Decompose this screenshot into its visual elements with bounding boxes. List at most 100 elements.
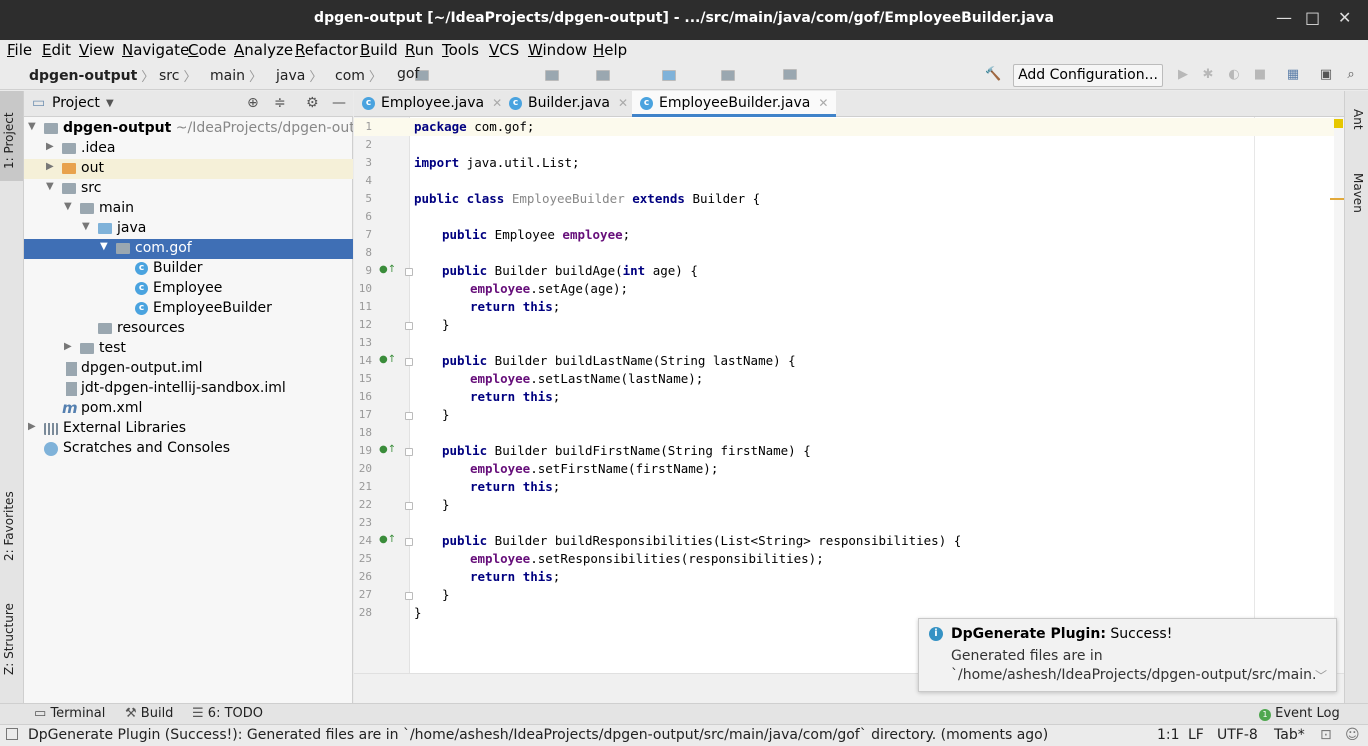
close-tab-icon[interactable]: ✕	[492, 96, 502, 110]
line-separator[interactable]: LF	[1188, 727, 1204, 743]
menu-edit[interactable]: Edit	[42, 41, 71, 59]
tool-tab-project[interactable]: 1: Project	[2, 112, 16, 169]
fold-icon[interactable]	[405, 322, 413, 330]
expand-arrow-icon[interactable]: ▼	[28, 121, 36, 132]
status-message[interactable]: DpGenerate Plugin (Success!): Generated …	[28, 727, 1048, 743]
tab-employeebuilder-java[interactable]: c EmployeeBuilder.java ✕	[632, 91, 837, 117]
close-tab-icon[interactable]: ✕	[618, 96, 628, 110]
breadcrumb-project[interactable]: dpgen-output 〉	[10, 66, 429, 85]
tree-item-idea[interactable]: ▶ .idea	[24, 139, 353, 159]
close-tab-icon[interactable]: ✕	[818, 96, 828, 110]
event-log-tab[interactable]: 1 Event Log	[1259, 706, 1340, 721]
menu-help[interactable]: Help	[593, 41, 627, 59]
tree-item-test[interactable]: ▶ test	[24, 339, 353, 359]
hide-panel-icon[interactable]: —	[332, 95, 346, 111]
fold-icon[interactable]	[405, 592, 413, 600]
tree-item-external-libraries[interactable]: ▶ External Libraries	[24, 419, 353, 439]
todo-tab[interactable]: ☰ 6: TODO	[192, 706, 263, 721]
breadcrumb-main[interactable]: main 〉	[191, 66, 610, 85]
project-structure-icon[interactable]: ▦	[1285, 67, 1301, 83]
expand-arrow-icon[interactable]: ▼	[100, 241, 108, 252]
chevron-down-icon[interactable]: ▼	[106, 98, 114, 109]
override-marker-icon[interactable]: ●↑	[379, 264, 396, 275]
gear-icon[interactable]: ⚙	[306, 95, 319, 111]
close-icon[interactable]: ✕	[1338, 8, 1351, 27]
debug-icon[interactable]: ✱	[1200, 67, 1216, 83]
tree-item-scratches[interactable]: Scratches and Consoles	[24, 439, 353, 459]
menu-refactor[interactable]: Refactor	[295, 41, 358, 59]
run-icon[interactable]: ▶	[1175, 67, 1191, 83]
chevron-down-icon[interactable]: ﹀	[1315, 667, 1327, 684]
indent-setting[interactable]: Tab*	[1274, 727, 1305, 743]
inspection-status-icon[interactable]	[1334, 119, 1343, 128]
fold-icon[interactable]	[405, 448, 413, 456]
menu-navigate[interactable]: Navigate	[122, 41, 189, 59]
tree-item-out[interactable]: ▶ out	[24, 159, 353, 179]
caret-position[interactable]: 1:1	[1157, 727, 1180, 743]
breadcrumb-com[interactable]: com 〉	[316, 66, 735, 85]
tree-item-com-gof[interactable]: ▼ com.gof	[24, 239, 353, 259]
breadcrumb-src[interactable]: src 〉	[140, 66, 559, 85]
menu-build[interactable]: Build	[360, 41, 398, 59]
tree-item-employeebuilder[interactable]: c EmployeeBuilder	[24, 299, 353, 319]
tree-item-dpgen-output[interactable]: ▼ dpgen-output ~/IdeaProjects/dpgen-outp…	[24, 119, 353, 139]
tree-item-java[interactable]: ▼ java	[24, 219, 353, 239]
editor-scrollbar[interactable]	[1334, 117, 1344, 673]
menu-file[interactable]: File	[7, 41, 32, 59]
tool-tab-favorites[interactable]: 2: Favorites	[2, 491, 16, 561]
layout-icon[interactable]: ▣	[1318, 67, 1334, 83]
fold-icon[interactable]	[405, 412, 413, 420]
coverage-icon[interactable]: ◐	[1226, 67, 1242, 83]
tool-tab-structure[interactable]: Z: Structure	[2, 603, 16, 675]
lock-icon[interactable]: ⊡	[1320, 727, 1332, 743]
stop-icon[interactable]: ■	[1252, 67, 1268, 83]
tab-employee-java[interactable]: c Employee.java ✕	[362, 91, 502, 117]
tree-item-sandbox-iml[interactable]: jdt-dpgen-intellij-sandbox.iml	[24, 379, 353, 399]
tree-item-dpgen-output-iml[interactable]: dpgen-output.iml	[24, 359, 353, 379]
expand-arrow-icon[interactable]: ▼	[46, 181, 54, 192]
override-marker-icon[interactable]: ●↑	[379, 534, 396, 545]
minimize-icon[interactable]: —	[1276, 8, 1292, 27]
tree-item-pom-xml[interactable]: m pom.xml	[24, 399, 353, 419]
fold-icon[interactable]	[405, 358, 413, 366]
collapse-arrow-icon[interactable]: ▶	[64, 341, 72, 352]
tree-item-resources[interactable]: resources	[24, 319, 353, 339]
override-marker-icon[interactable]: ●↑	[379, 444, 396, 455]
override-marker-icon[interactable]: ●↑	[379, 354, 396, 365]
search-icon[interactable]: ⌕	[1343, 67, 1359, 83]
tree-item-employee[interactable]: c Employee	[24, 279, 353, 299]
tree-item-builder[interactable]: c Builder	[24, 259, 353, 279]
maximize-icon[interactable]: □	[1305, 8, 1320, 27]
tab-builder-java[interactable]: c Builder.java ✕	[509, 91, 628, 117]
tree-item-src[interactable]: ▼ src	[24, 179, 353, 199]
locate-icon[interactable]: ⊕	[247, 95, 259, 111]
collapse-arrow-icon[interactable]: ▶	[46, 161, 54, 172]
breadcrumb-gof[interactable]: gof	[378, 66, 797, 82]
notification-balloon[interactable]: i DpGenerate Plugin: Success! Generated …	[918, 618, 1337, 692]
breadcrumb-java[interactable]: java 〉	[257, 66, 676, 85]
fold-icon[interactable]	[405, 502, 413, 510]
menu-view[interactable]: View	[79, 41, 115, 59]
toggle-tool-windows-icon[interactable]	[6, 728, 18, 740]
fold-icon[interactable]	[405, 268, 413, 276]
add-configuration-button[interactable]: Add Configuration...	[1013, 64, 1163, 87]
fold-icon[interactable]	[405, 538, 413, 546]
terminal-tab[interactable]: ▭ Terminal	[34, 706, 105, 721]
expand-arrow-icon[interactable]: ▼	[64, 201, 72, 212]
warning-stripe[interactable]	[1330, 198, 1344, 200]
project-view-selector[interactable]: Project	[52, 95, 100, 111]
menu-tools[interactable]: Tools	[442, 41, 479, 59]
menu-run[interactable]: Run	[405, 41, 434, 59]
inspector-icon[interactable]: ☺	[1345, 727, 1360, 743]
tree-item-main[interactable]: ▼ main	[24, 199, 353, 219]
collapse-arrow-icon[interactable]: ▶	[28, 421, 36, 432]
expand-arrow-icon[interactable]: ▼	[82, 221, 90, 232]
tool-tab-ant[interactable]: Ant	[1351, 109, 1365, 130]
menu-window[interactable]: Window	[528, 41, 587, 59]
build-tab[interactable]: ⚒ Build	[125, 706, 173, 721]
build-hammer-icon[interactable]: 🔨	[985, 67, 1001, 83]
menu-vcs[interactable]: VCS	[489, 41, 519, 59]
collapse-arrow-icon[interactable]: ▶	[46, 141, 54, 152]
tool-tab-maven[interactable]: Maven	[1351, 173, 1365, 213]
menu-code[interactable]: Code	[188, 41, 226, 59]
